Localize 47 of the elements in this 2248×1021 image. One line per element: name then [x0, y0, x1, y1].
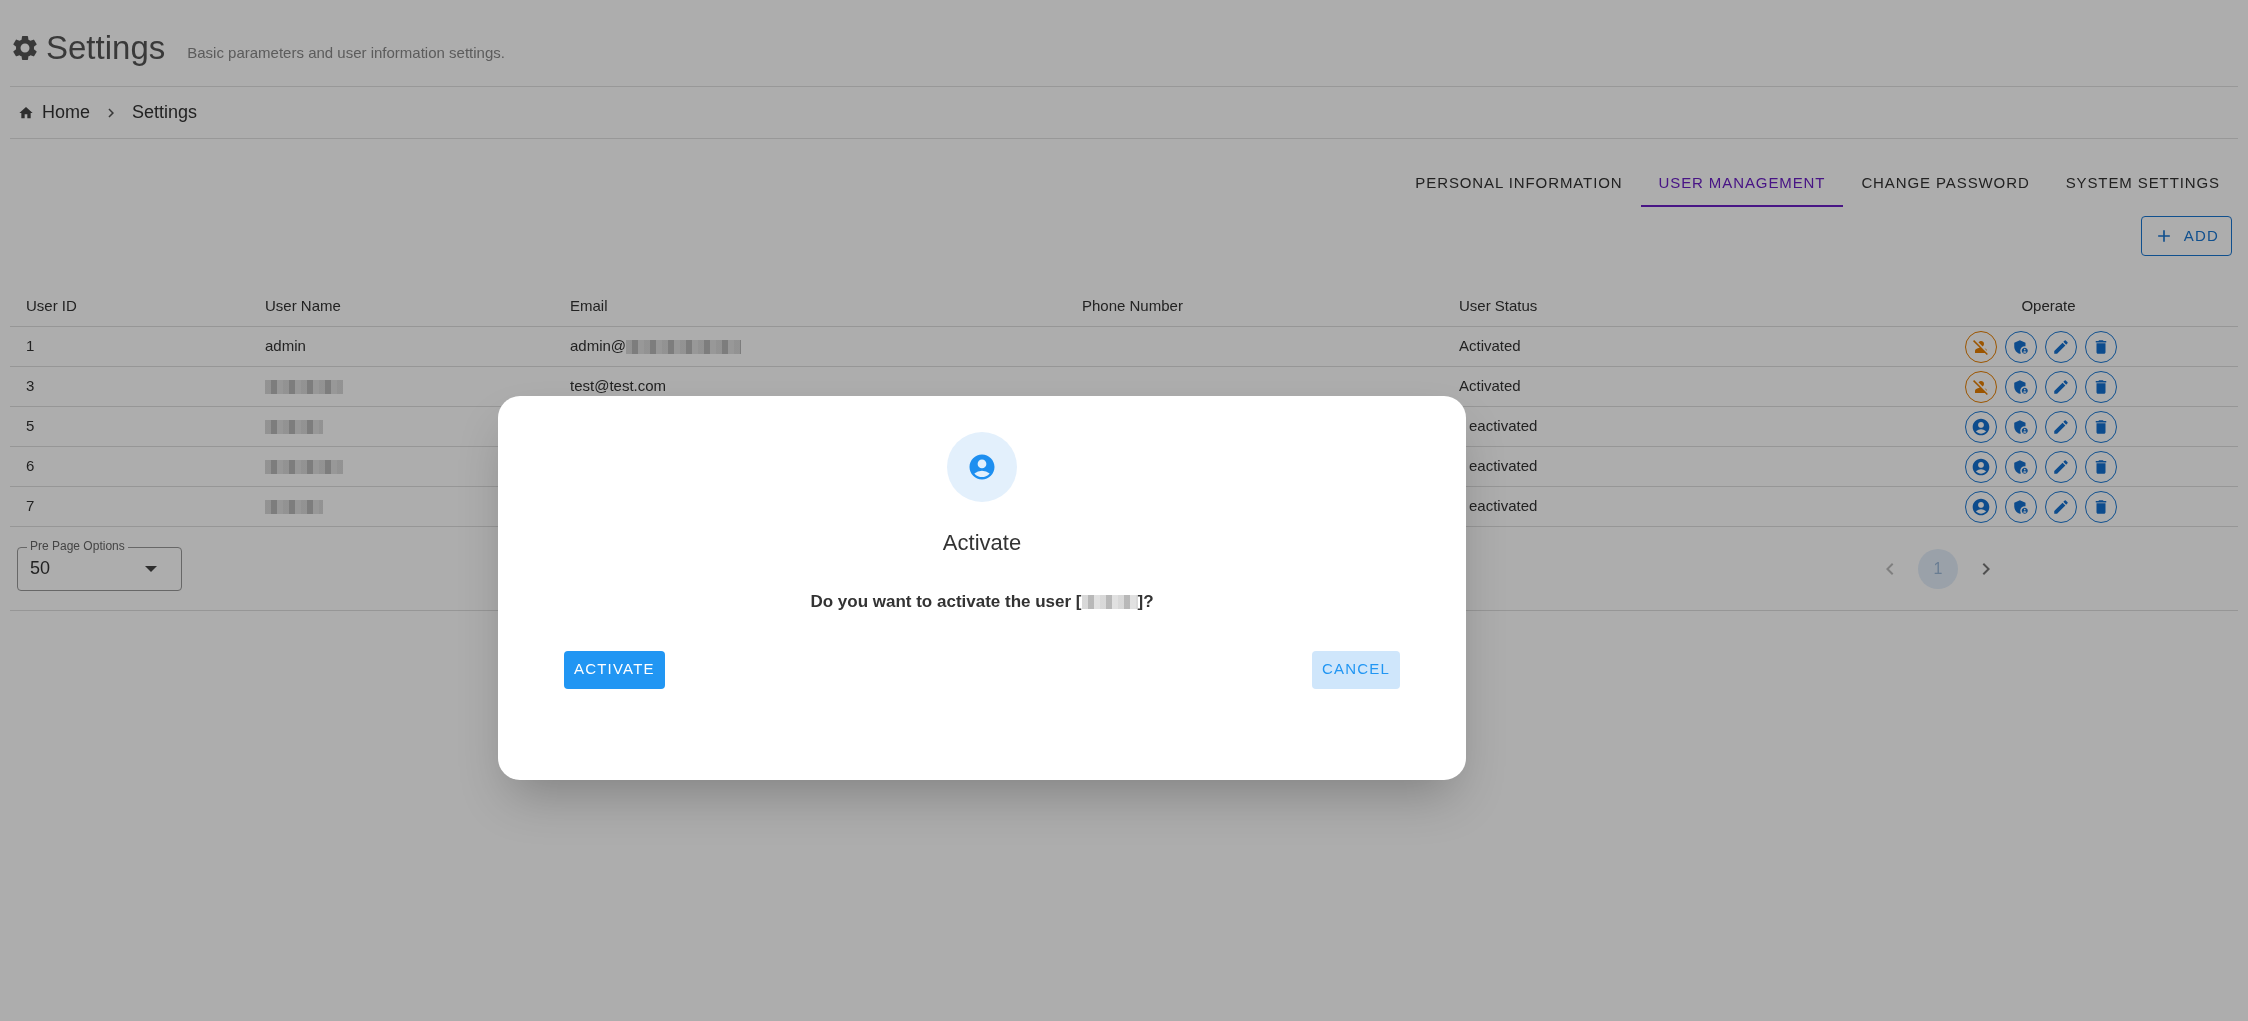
tab[interactable]: PERSONAL INFORMATION: [1397, 161, 1641, 207]
column-header: Email: [570, 297, 608, 315]
redacted-text: [1081, 594, 1138, 609]
person-off-icon: [1971, 337, 1990, 356]
page-title: Settings: [46, 31, 166, 64]
table-cell-text: test@test.com: [570, 376, 667, 397]
add-button[interactable]: ADD: [2140, 216, 2232, 256]
table-cell: eactivated: [1469, 497, 1538, 515]
select-label: Pre Page Options: [27, 539, 128, 552]
table-cell: eactivated: [1469, 417, 1538, 435]
column-header: User ID: [26, 297, 77, 315]
table-cell: eactivated: [1469, 457, 1538, 475]
breadcrumb-link[interactable]: Settings: [132, 99, 198, 126]
column-header: User Name: [265, 297, 341, 315]
pencil-icon: [2051, 457, 2070, 476]
dialog-message: ]?: [1137, 591, 1154, 613]
shield-icon: [2011, 457, 2030, 476]
shield-icon: [2011, 417, 2030, 436]
table-cell-text: admin@: [570, 336, 627, 357]
table-cell: 5: [26, 417, 35, 435]
shield-icon: [2011, 377, 2030, 396]
tab[interactable]: USER MANAGEMENT: [1640, 161, 1844, 207]
breadcrumb-link[interactable]: Home: [42, 99, 90, 126]
dialog-message: Do you want to activate the user [: [810, 591, 1082, 613]
dropdown-icon: [145, 565, 157, 572]
table-cell: Activated: [1459, 377, 1521, 395]
pencil-icon: [2051, 417, 2070, 436]
person-off-icon: [1971, 377, 1990, 396]
column-header: Phone Number: [1082, 297, 1183, 315]
tab[interactable]: SYSTEM SETTINGS: [2047, 161, 2238, 207]
pencil-icon: [2051, 337, 2070, 356]
table-cell: 3: [26, 377, 35, 395]
table-cell: 1: [26, 337, 35, 355]
column-header: User Status: [1459, 297, 1538, 315]
shield-icon: [2011, 337, 2030, 356]
page-subtitle: Basic parameters and user information settings.: [187, 42, 505, 63]
table-cell: 7: [26, 497, 35, 515]
pencil-icon: [2051, 497, 2070, 516]
dialog-title: Activate: [942, 529, 1022, 557]
shield-icon: [2011, 497, 2030, 516]
column-header: Operate: [2021, 297, 2076, 315]
home-icon: [18, 104, 34, 121]
table-cell: Activated: [1459, 337, 1521, 355]
pencil-icon: [2051, 377, 2070, 396]
tab[interactable]: CHANGE PASSWORD: [1843, 161, 2048, 207]
table-cell: 6: [26, 457, 35, 475]
table-cell: admin: [265, 337, 306, 355]
